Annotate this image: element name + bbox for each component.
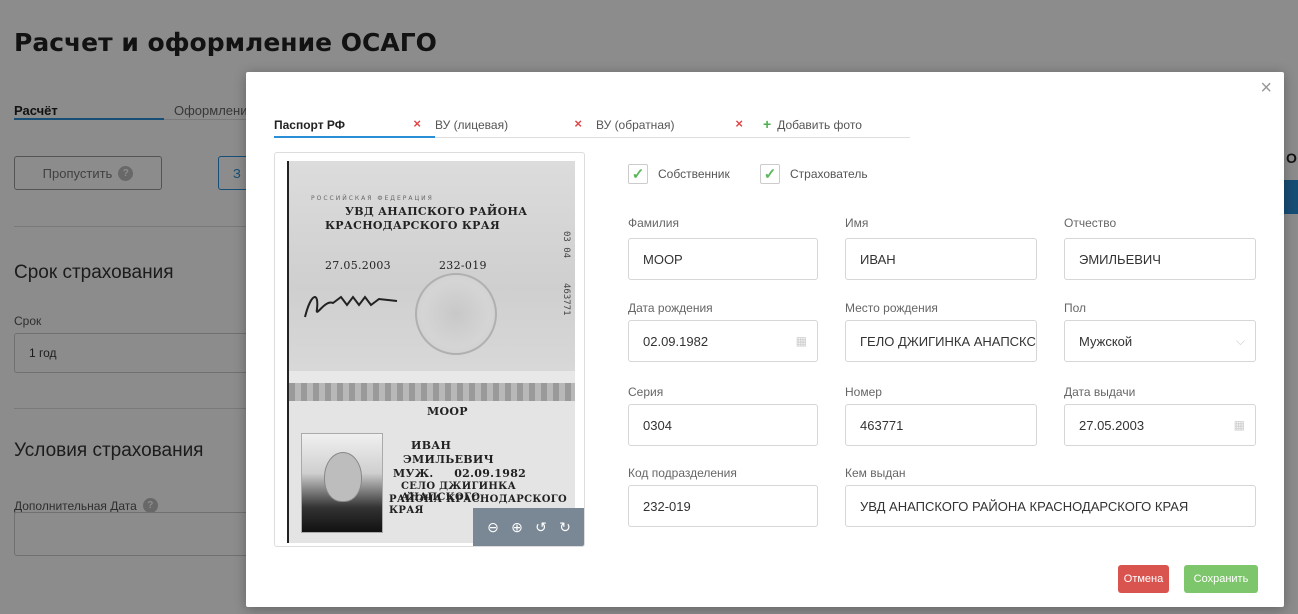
check-icon[interactable]: ✓ <box>628 164 648 184</box>
passport-image: РОССИЙСКАЯ ФЕДЕРАЦИЯ УВД АНАПСКОГО РАЙОН… <box>287 161 575 543</box>
passport-signature <box>304 295 398 318</box>
birth-date-value: 02.09.1982 <box>643 334 709 349</box>
birth-place-field[interactable]: ГЕЛО ДЖИГИНКА АНАПСКС <box>845 320 1037 362</box>
add-photo-tab[interactable]: + Добавить фото <box>757 110 910 138</box>
name-label: Имя <box>845 216 869 230</box>
passport-issuer-1: УВД АНАПСКОГО РАЙОНА <box>345 205 528 218</box>
calendar-icon[interactable]: ▦ <box>796 334 807 348</box>
photo-viewer[interactable]: РОССИЙСКАЯ ФЕДЕРАЦИЯ УВД АНАПСКОГО РАЙОН… <box>274 152 585 547</box>
passport-number-vertical: 463771 <box>561 283 571 316</box>
passport-modal: × Паспорт РФ × ВУ (лицевая) × ВУ (обратн… <box>246 72 1284 607</box>
tab-label: ВУ (обратная) <box>596 118 675 132</box>
sex-select[interactable]: Мужской ⌵ <box>1064 320 1256 362</box>
zoom-out-icon[interactable]: ⊖ <box>487 519 499 536</box>
close-icon[interactable]: × <box>1260 78 1272 98</box>
tab-label: ВУ (лицевая) <box>435 118 509 132</box>
patronymic-field[interactable]: ЭМИЛЬЕВИЧ <box>1064 238 1256 280</box>
passport-issue-date: 27.05.2003 <box>325 259 391 272</box>
series-label: Серия <box>628 385 664 399</box>
tab-license-front[interactable]: ВУ (лицевая) × <box>435 110 596 138</box>
issued-by-field[interactable]: УВД АНАПСКОГО РАЙОНА КРАСНОДАРСКОГО КРАЯ <box>845 485 1256 527</box>
add-photo-label: Добавить фото <box>777 118 862 132</box>
remove-icon[interactable]: × <box>413 116 421 131</box>
calendar-icon[interactable]: ▦ <box>1234 418 1245 432</box>
zoom-controls: ⊖ ⊕ ↺ ↻ <box>473 508 584 546</box>
sex-label: Пол <box>1064 301 1087 315</box>
tab-label: Паспорт РФ <box>274 118 346 132</box>
passport-dept-code: 232-019 <box>439 259 487 272</box>
passport-series-vertical: 03 04 <box>561 231 571 259</box>
surname-label: Фамилия <box>628 216 679 230</box>
birth-date-field[interactable]: 02.09.1982 ▦ <box>628 320 818 362</box>
tab-passport[interactable]: Паспорт РФ × <box>274 110 435 138</box>
insurer-label: Страхователь <box>790 167 868 181</box>
passport-name: ИВАН <box>411 439 452 452</box>
name-field[interactable]: ИВАН <box>845 238 1037 280</box>
check-icon[interactable]: ✓ <box>760 164 780 184</box>
photo-tabs: Паспорт РФ × ВУ (лицевая) × ВУ (обратная… <box>274 110 910 138</box>
passport-surname: МООР <box>427 405 468 418</box>
plus-icon: + <box>763 116 772 132</box>
passport-patronymic: ЭМИЛЬЕВИЧ <box>403 453 494 466</box>
passport-issuer-2: КРАСНОДАРСКОГО КРАЯ <box>325 219 500 232</box>
number-field[interactable]: 463771 <box>845 404 1037 446</box>
patronymic-label: Отчество <box>1064 216 1117 230</box>
owner-label: Собственник <box>658 167 730 181</box>
birth-date-label: Дата рождения <box>628 301 713 315</box>
passport-fold-band <box>289 383 575 401</box>
series-field[interactable]: 0304 <box>628 404 818 446</box>
passport-photo-face <box>324 452 362 502</box>
passport-header-text: РОССИЙСКАЯ ФЕДЕРАЦИЯ <box>311 195 434 202</box>
rotate-right-icon[interactable]: ↻ <box>559 519 571 536</box>
zoom-in-icon[interactable]: ⊕ <box>511 519 523 536</box>
passport-sex-birth: МУЖ. 02.09.1982 <box>393 467 527 480</box>
chevron-down-icon[interactable]: ⌵ <box>1236 334 1245 349</box>
rotate-left-icon[interactable]: ↺ <box>535 519 547 536</box>
save-button[interactable]: Сохранить <box>1184 565 1258 593</box>
cancel-button[interactable]: Отмена <box>1118 565 1169 593</box>
insurer-checkbox[interactable]: ✓ Страхователь <box>760 164 868 184</box>
remove-icon[interactable]: × <box>735 116 743 131</box>
passport-stamp <box>415 273 497 355</box>
dept-code-field[interactable]: 232-019 <box>628 485 818 527</box>
number-label: Номер <box>845 385 882 399</box>
passport-photo <box>301 433 383 533</box>
surname-field[interactable]: МООР <box>628 238 818 280</box>
remove-icon[interactable]: × <box>574 116 582 131</box>
dept-code-label: Код подразделения <box>628 466 737 480</box>
issue-date-value: 27.05.2003 <box>1079 418 1145 433</box>
issue-date-field[interactable]: 27.05.2003 ▦ <box>1064 404 1256 446</box>
owner-checkbox[interactable]: ✓ Собственник <box>628 164 730 184</box>
sex-value: Мужской <box>1079 334 1133 349</box>
tab-license-back[interactable]: ВУ (обратная) × <box>596 110 757 138</box>
birth-place-label: Место рождения <box>845 301 938 315</box>
issue-date-label: Дата выдачи <box>1064 385 1136 399</box>
issued-by-label: Кем выдан <box>845 466 906 480</box>
